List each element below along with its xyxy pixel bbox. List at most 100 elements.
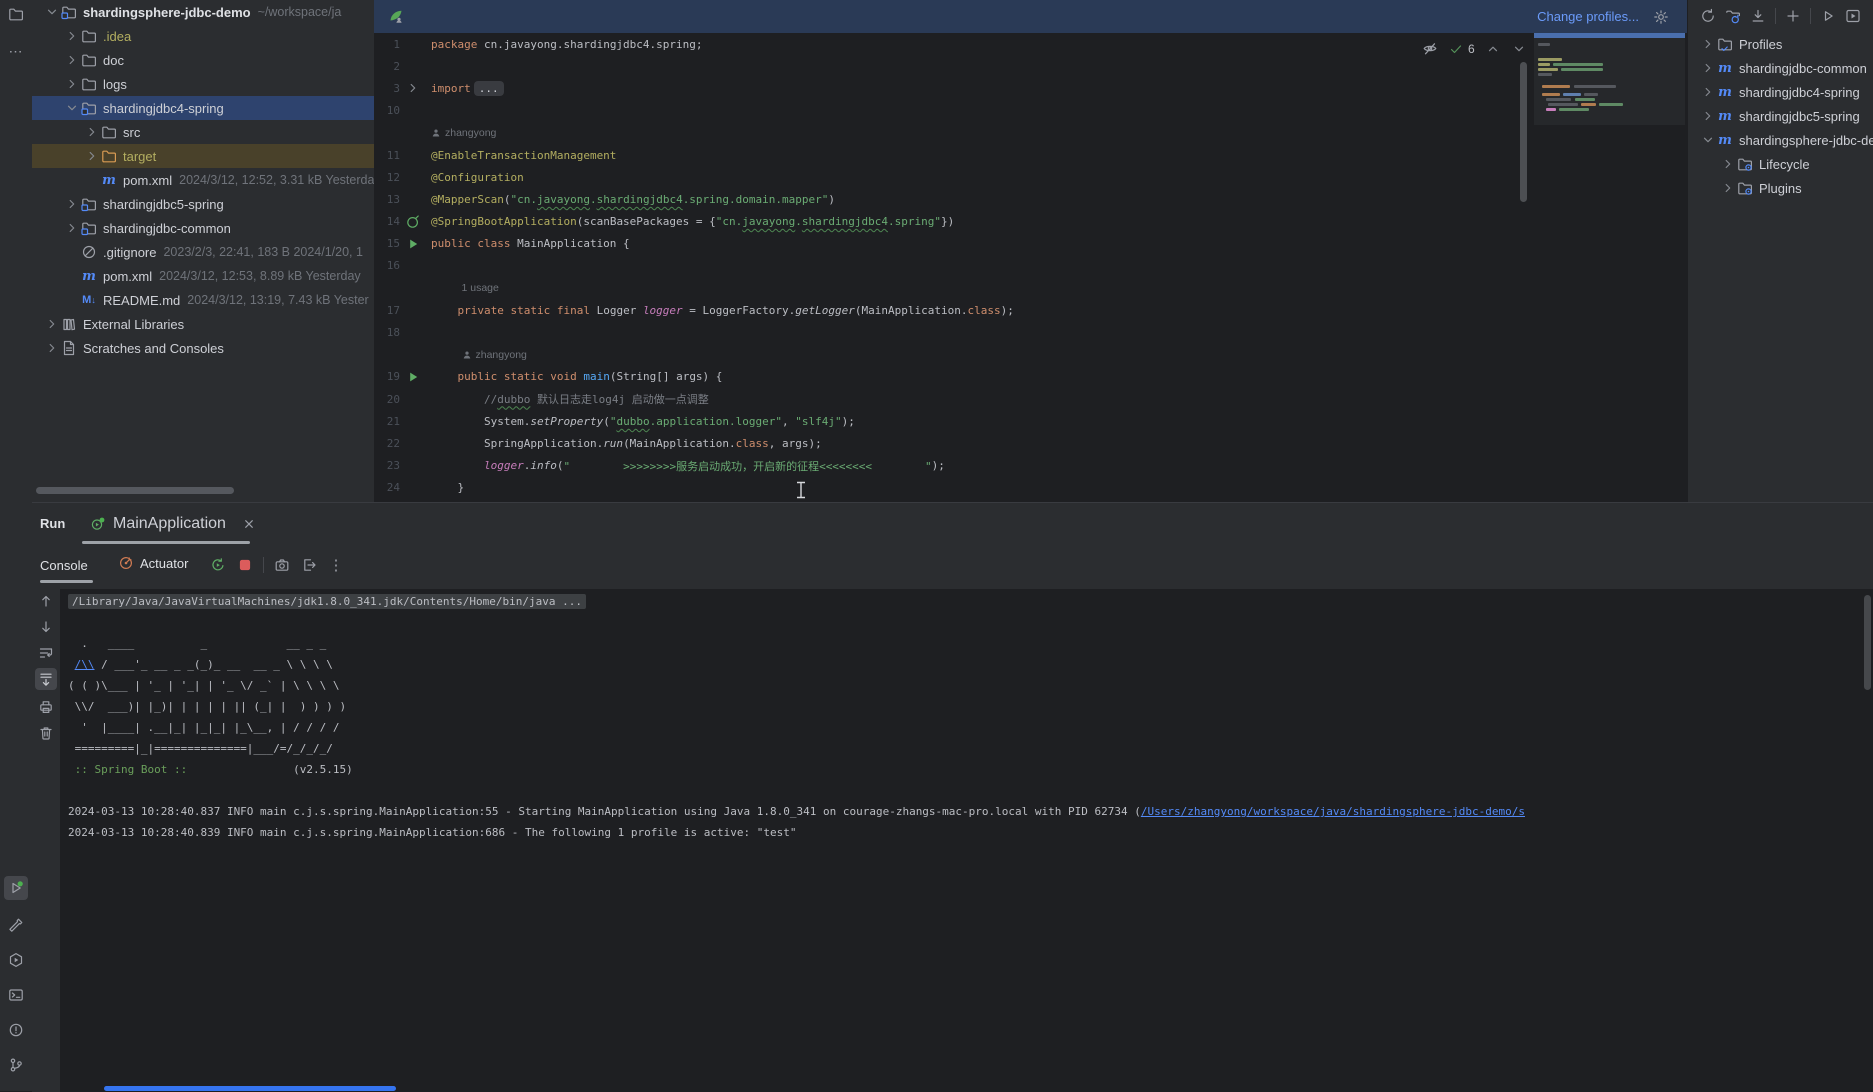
code-line-12[interactable]: 12@Configuration	[374, 166, 1687, 188]
highlighting-eye-off-icon[interactable]	[1422, 41, 1438, 57]
code-area[interactable]: 1package cn.javayong.shardingjdbc4.sprin…	[374, 33, 1687, 502]
tree-row-src[interactable]: src	[32, 120, 374, 144]
spring-bean-gutter-icon[interactable]	[400, 214, 426, 230]
chevron-down-icon[interactable]	[1700, 132, 1716, 148]
chevron-down-icon[interactable]	[44, 4, 60, 20]
code-line-3[interactable]: 3import...	[374, 77, 1687, 99]
tab-actuator[interactable]: Actuator	[118, 555, 188, 571]
tree-row-shardingjdbc4-spring[interactable]: shardingjdbc4-spring	[32, 96, 374, 120]
chevron-right-icon[interactable]	[1720, 156, 1736, 172]
tree-row-pom-xml[interactable]: mpom.xml2024/3/12, 12:52, 3.31 kB Yester…	[32, 168, 374, 192]
build-tool-icon[interactable]	[4, 913, 28, 937]
code-line-16[interactable]: 16	[374, 255, 1687, 277]
code-line-10[interactable]: 10	[374, 100, 1687, 122]
code-line-17[interactable]: 17 private static final Logger logger = …	[374, 299, 1687, 321]
run-maven-goal-icon[interactable]	[1820, 8, 1836, 24]
code-line-13[interactable]: 13@MapperScan("cn.javayong.shardingjdbc4…	[374, 188, 1687, 210]
maven-row-shardingjdbc4-spring[interactable]: mshardingjdbc4-spring	[1688, 80, 1873, 104]
prev-problem-chevron-up-icon[interactable]	[1485, 41, 1501, 57]
sync-project-icon[interactable]	[1725, 8, 1741, 24]
inspections-ok-check-icon[interactable]	[1448, 41, 1464, 57]
thread-dump-camera-icon[interactable]	[272, 555, 292, 575]
chevron-right-icon[interactable]	[64, 52, 80, 68]
tree-row-readme-md[interactable]: M↓README.md2024/3/12, 13:19, 7.43 kB Yes…	[32, 288, 374, 312]
add-maven-project-icon[interactable]	[1785, 8, 1801, 24]
run-tool-icon[interactable]	[4, 876, 28, 900]
tree-row-gitignore[interactable]: .gitignore2023/2/3, 22:41, 183 B 2024/1/…	[32, 240, 374, 264]
maven-row-lifecycle[interactable]: Lifecycle	[1688, 152, 1873, 176]
more-options-kebab-icon[interactable]: ⋮	[326, 555, 346, 575]
chevron-right-icon[interactable]	[44, 316, 60, 332]
next-problem-chevron-down-icon[interactable]	[1511, 41, 1527, 57]
print-icon[interactable]	[35, 696, 57, 718]
download-sources-icon[interactable]	[1750, 8, 1766, 24]
console-scrollbar-thumb[interactable]	[1864, 595, 1871, 690]
services-tool-icon[interactable]	[4, 948, 28, 972]
scroll-to-end-icon[interactable]	[35, 668, 57, 690]
project-tool-icon[interactable]	[4, 2, 28, 26]
tree-row-idea[interactable]: .idea	[32, 24, 374, 48]
code-line-24[interactable]: 24 }	[374, 477, 1687, 499]
chevron-right-icon[interactable]	[1700, 108, 1716, 124]
code-line-20[interactable]: 20 //dubbo 默认日志走log4j 启动做一点调整	[374, 388, 1687, 410]
exit-icon[interactable]	[299, 555, 319, 575]
chevron-right-icon[interactable]	[1700, 84, 1716, 100]
tree-row-doc[interactable]: doc	[32, 48, 374, 72]
close-icon[interactable]	[241, 516, 257, 532]
up-the-stack-trace-icon[interactable]	[35, 590, 57, 612]
chevron-right-icon[interactable]	[1700, 36, 1716, 52]
change-profiles-link[interactable]: Change profiles...	[1537, 9, 1639, 24]
code-line-23[interactable]: 23 logger.info(" >>>>>>>>服务启动成功，开启新的征程<<…	[374, 455, 1687, 477]
chevron-right-icon[interactable]	[64, 196, 80, 212]
hyperlink[interactable]: /Users/zhangyong/workspace/java/sharding…	[1141, 805, 1525, 818]
tree-row-logs[interactable]: logs	[32, 72, 374, 96]
banner-settings-gear-icon[interactable]	[1653, 9, 1669, 25]
code-line-15[interactable]: 15public class MainApplication {	[374, 233, 1687, 255]
code-line-21[interactable]: 21 System.setProperty("dubbo.application…	[374, 410, 1687, 432]
stop-button[interactable]	[235, 555, 255, 575]
clear-console-trash-icon[interactable]	[35, 722, 57, 744]
run-gutter-icon[interactable]	[400, 369, 426, 385]
console-output[interactable]: /Library/Java/JavaVirtualMachines/jdk1.8…	[60, 589, 1873, 1092]
tab-console[interactable]: Console	[40, 558, 88, 573]
run-gutter-icon[interactable]	[400, 236, 426, 252]
code-line-14[interactable]: 14@SpringBootApplication(scanBasePackage…	[374, 211, 1687, 233]
more-tool-windows-icon[interactable]: ⋯	[4, 39, 28, 63]
reload-maven-projects-icon[interactable]	[1700, 8, 1716, 24]
chevron-right-icon[interactable]	[1720, 180, 1736, 196]
hyperlink[interactable]: /\\	[75, 658, 95, 671]
run-configuration-icon[interactable]	[1845, 8, 1861, 24]
chevron-right-icon[interactable]	[84, 124, 100, 140]
tree-row-shardingsphere-jdbc-demo[interactable]: shardingsphere-jdbc-demo~/workspace/ja	[32, 0, 374, 24]
soft-wrap-icon[interactable]	[35, 642, 57, 664]
code-line-11[interactable]: 11@EnableTransactionManagement	[374, 144, 1687, 166]
code-line-18[interactable]: 18	[374, 321, 1687, 343]
maven-row-shardingjdbc-common[interactable]: mshardingjdbc-common	[1688, 56, 1873, 80]
down-the-stack-trace-icon[interactable]	[35, 616, 57, 638]
chevron-right-icon[interactable]	[64, 220, 80, 236]
chevron-right-icon[interactable]	[84, 148, 100, 164]
maven-row-shardingsphere-jdbc-demo[interactable]: mshardingsphere-jdbc-demo	[1688, 128, 1873, 152]
code-line-19[interactable]: 19 public static void main(String[] args…	[374, 366, 1687, 388]
tree-row-target[interactable]: target	[32, 144, 374, 168]
minimap[interactable]	[1534, 33, 1685, 125]
chevron-down-icon[interactable]	[64, 100, 80, 116]
tree-row-pom-xml[interactable]: mpom.xml2024/3/12, 12:53, 8.89 kB Yester…	[32, 264, 374, 288]
code-line-22[interactable]: 22 SpringApplication.run(MainApplication…	[374, 432, 1687, 454]
maven-row-profiles[interactable]: Profiles	[1688, 32, 1873, 56]
tree-row-external-libraries[interactable]: External Libraries	[32, 312, 374, 336]
tree-row-shardingjdbc5-spring[interactable]: shardingjdbc5-spring	[32, 192, 374, 216]
project-horizontal-scrollbar[interactable]	[36, 487, 234, 494]
maven-row-shardingjdbc5-spring[interactable]: mshardingjdbc5-spring	[1688, 104, 1873, 128]
version-control-tool-icon[interactable]	[4, 1053, 28, 1077]
maven-row-plugins[interactable]: Plugins	[1688, 176, 1873, 200]
chevron-right-icon[interactable]	[64, 28, 80, 44]
editor-scrollbar-thumb[interactable]	[1520, 62, 1527, 202]
problems-tool-icon[interactable]	[4, 1018, 28, 1042]
terminal-tool-icon[interactable]	[4, 983, 28, 1007]
tree-row-scratches-and-consoles[interactable]: Scratches and Consoles	[32, 336, 374, 360]
chevron-right-icon[interactable]	[1700, 60, 1716, 76]
chevron-right-icon[interactable]	[44, 340, 60, 356]
tree-row-shardingjdbc-common[interactable]: shardingjdbc-common	[32, 216, 374, 240]
chevron-right-icon[interactable]	[64, 76, 80, 92]
